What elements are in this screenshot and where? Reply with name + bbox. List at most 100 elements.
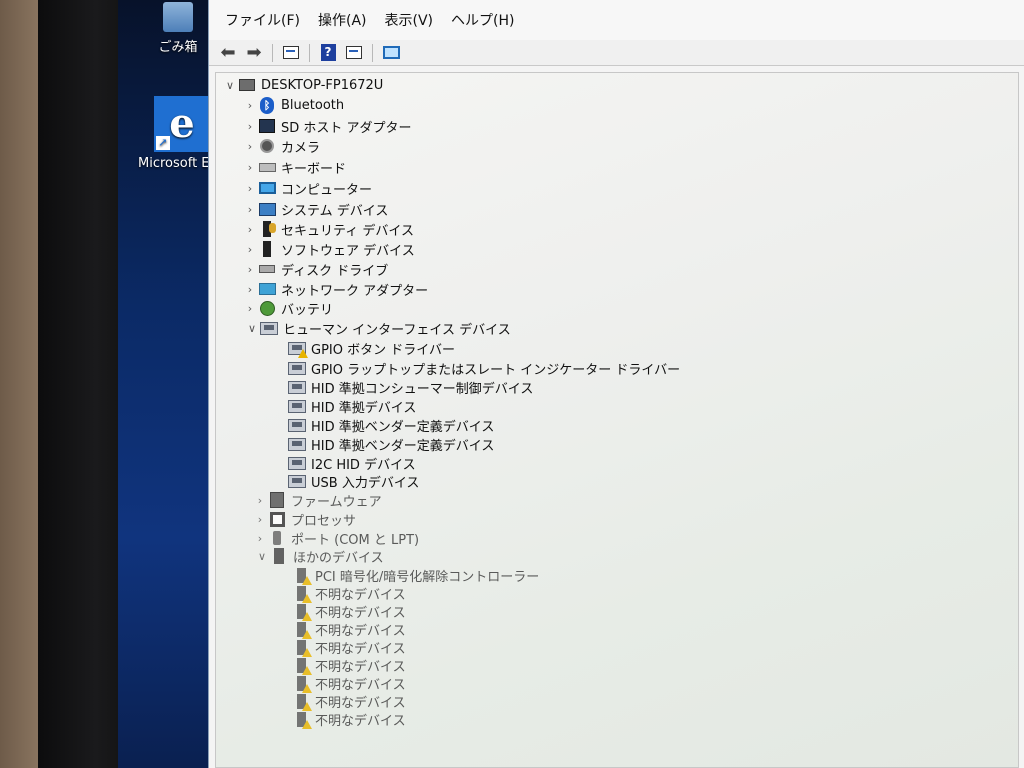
firmware-icon <box>268 492 286 508</box>
unknown-device-icon <box>292 603 312 621</box>
hid-device-icon <box>288 340 308 358</box>
back-button[interactable]: ⬅ <box>217 42 239 63</box>
device-item[interactable]: 不明なデバイス <box>292 709 406 729</box>
device-item[interactable]: 不明なデバイス <box>292 655 406 675</box>
expand-chevron-icon[interactable]: › <box>252 494 268 507</box>
device-item[interactable]: GPIO ボタン ドライバー <box>288 338 455 358</box>
system-device-icon <box>258 201 276 217</box>
category-ports[interactable]: › ポート (COM と LPT) <box>252 528 419 548</box>
device-label: GPIO ボタン ドライバー <box>311 342 455 358</box>
device-label: PCI 暗号化/暗号化解除コントローラー <box>315 569 540 585</box>
tree-root[interactable]: ∨ DESKTOP-FP1672U <box>222 75 383 95</box>
unknown-device-icon <box>292 567 312 585</box>
toolbar: ⬅ ➡ ? <box>209 40 1024 66</box>
category-label: カメラ <box>281 140 321 156</box>
category-network-adapters[interactable]: › ネットワーク アダプター <box>242 279 428 299</box>
collapse-chevron-icon[interactable]: ∨ <box>254 550 270 563</box>
hid-icon <box>260 320 278 336</box>
warning-icon <box>298 349 308 358</box>
sd-host-icon <box>258 118 276 134</box>
expand-chevron-icon[interactable]: › <box>242 182 258 195</box>
expand-chevron-icon[interactable]: › <box>252 532 268 545</box>
disk-drive-icon <box>258 261 276 277</box>
expand-chevron-icon[interactable]: › <box>242 140 258 153</box>
collapse-chevron-icon[interactable]: ∨ <box>222 79 238 92</box>
help-button[interactable]: ? <box>317 43 339 63</box>
hid-device-icon <box>288 473 306 489</box>
menu-help[interactable]: ヘルプ(H) <box>445 6 520 34</box>
menu-file[interactable]: ファイル(F) <box>219 6 306 34</box>
unknown-device-icon <box>292 675 312 693</box>
hid-device-icon <box>288 360 306 376</box>
device-item[interactable]: 不明なデバイス <box>292 619 406 639</box>
hid-device-icon <box>288 398 306 414</box>
device-item[interactable]: 不明なデバイス <box>292 583 406 603</box>
category-label: ファームウェア <box>291 494 382 510</box>
category-camera[interactable]: › カメラ <box>242 136 320 156</box>
device-item[interactable]: USB 入力デバイス <box>288 471 419 491</box>
category-system-devices[interactable]: › システム デバイス <box>242 199 388 219</box>
category-other-devices[interactable]: ∨ ほかのデバイス <box>254 546 384 566</box>
tree-root-label: DESKTOP-FP1672U <box>261 77 384 93</box>
device-manager-window: ファイル(F) 操作(A) 表示(V) ヘルプ(H) ⬅ ➡ ? ∨ DESKT… <box>208 0 1024 768</box>
collapse-chevron-icon[interactable]: ∨ <box>244 322 260 335</box>
unknown-device-icon <box>292 693 312 711</box>
device-item[interactable]: 不明なデバイス <box>292 637 406 657</box>
device-item[interactable]: HID 準拠ベンダー定義デバイス <box>288 415 494 435</box>
category-label: ソフトウェア デバイス <box>281 243 415 259</box>
scan-hardware-button[interactable] <box>380 43 402 63</box>
hid-device-icon <box>288 417 306 433</box>
category-bluetooth[interactable]: › ᛒ Bluetooth <box>242 95 344 115</box>
expand-chevron-icon[interactable]: › <box>242 263 258 276</box>
device-item[interactable]: HID 準拠デバイス <box>288 396 416 416</box>
device-item[interactable]: 不明なデバイス <box>292 601 406 621</box>
keyboard-icon <box>258 159 276 175</box>
category-human-interface-devices[interactable]: ∨ ヒューマン インターフェイス デバイス <box>244 318 511 338</box>
category-label: Bluetooth <box>281 97 345 113</box>
category-sd-host[interactable]: › SD ホスト アダプター <box>242 116 412 136</box>
expand-chevron-icon[interactable]: › <box>242 99 258 112</box>
menu-bar: ファイル(F) 操作(A) 表示(V) ヘルプ(H) <box>209 0 1024 40</box>
properties-button[interactable] <box>343 43 365 63</box>
expand-chevron-icon[interactable]: › <box>242 203 258 216</box>
category-keyboard[interactable]: › キーボード <box>242 157 346 177</box>
menu-action[interactable]: 操作(A) <box>312 6 373 34</box>
port-icon <box>268 530 286 546</box>
category-label: ヒューマン インターフェイス デバイス <box>283 322 511 338</box>
expand-chevron-icon[interactable]: › <box>252 513 268 526</box>
category-battery[interactable]: › バッテリ <box>242 298 333 318</box>
category-disk-drives[interactable]: › ディスク ドライブ <box>242 259 388 279</box>
forward-button[interactable]: ➡ <box>243 42 265 63</box>
category-software-devices[interactable]: › ソフトウェア デバイス <box>242 239 415 259</box>
device-tree: ∨ DESKTOP-FP1672U › ᛒ Bluetooth › SD ホスト… <box>215 72 1019 768</box>
device-label: 不明なデバイス <box>315 677 406 693</box>
expand-chevron-icon[interactable]: › <box>242 161 258 174</box>
device-item[interactable]: PCI 暗号化/暗号化解除コントローラー <box>292 565 539 585</box>
console-tree-icon <box>283 46 299 59</box>
expand-chevron-icon[interactable]: › <box>242 243 258 256</box>
device-item[interactable]: I2C HID デバイス <box>288 453 416 473</box>
category-label: ディスク ドライブ <box>281 263 389 279</box>
device-label: I2C HID デバイス <box>311 457 416 473</box>
category-computer[interactable]: › コンピューター <box>242 178 372 198</box>
category-firmware[interactable]: › ファームウェア <box>252 490 382 510</box>
expand-chevron-icon[interactable]: › <box>242 223 258 236</box>
device-label: 不明なデバイス <box>315 659 406 675</box>
device-label: GPIO ラップトップまたはスレート インジケーター ドライバー <box>311 362 681 378</box>
category-label: システム デバイス <box>281 203 389 219</box>
category-security-devices[interactable]: › セキュリティ デバイス <box>242 219 414 239</box>
warning-icon <box>302 720 312 729</box>
device-item[interactable]: GPIO ラップトップまたはスレート インジケーター ドライバー <box>288 358 680 378</box>
device-item[interactable]: 不明なデバイス <box>292 673 406 693</box>
device-label: 不明なデバイス <box>315 713 406 729</box>
menu-view[interactable]: 表示(V) <box>379 6 440 34</box>
show-hide-console-tree-button[interactable] <box>280 43 302 63</box>
expand-chevron-icon[interactable]: › <box>242 120 258 133</box>
device-item[interactable]: HID 準拠コンシューマー制御デバイス <box>288 377 533 397</box>
expand-chevron-icon[interactable]: › <box>242 302 258 315</box>
device-item[interactable]: 不明なデバイス <box>292 691 406 711</box>
category-processors[interactable]: › プロセッサ <box>252 509 356 529</box>
device-item[interactable]: HID 準拠ベンダー定義デバイス <box>288 434 494 454</box>
expand-chevron-icon[interactable]: › <box>242 283 258 296</box>
unknown-device-icon <box>292 711 312 729</box>
